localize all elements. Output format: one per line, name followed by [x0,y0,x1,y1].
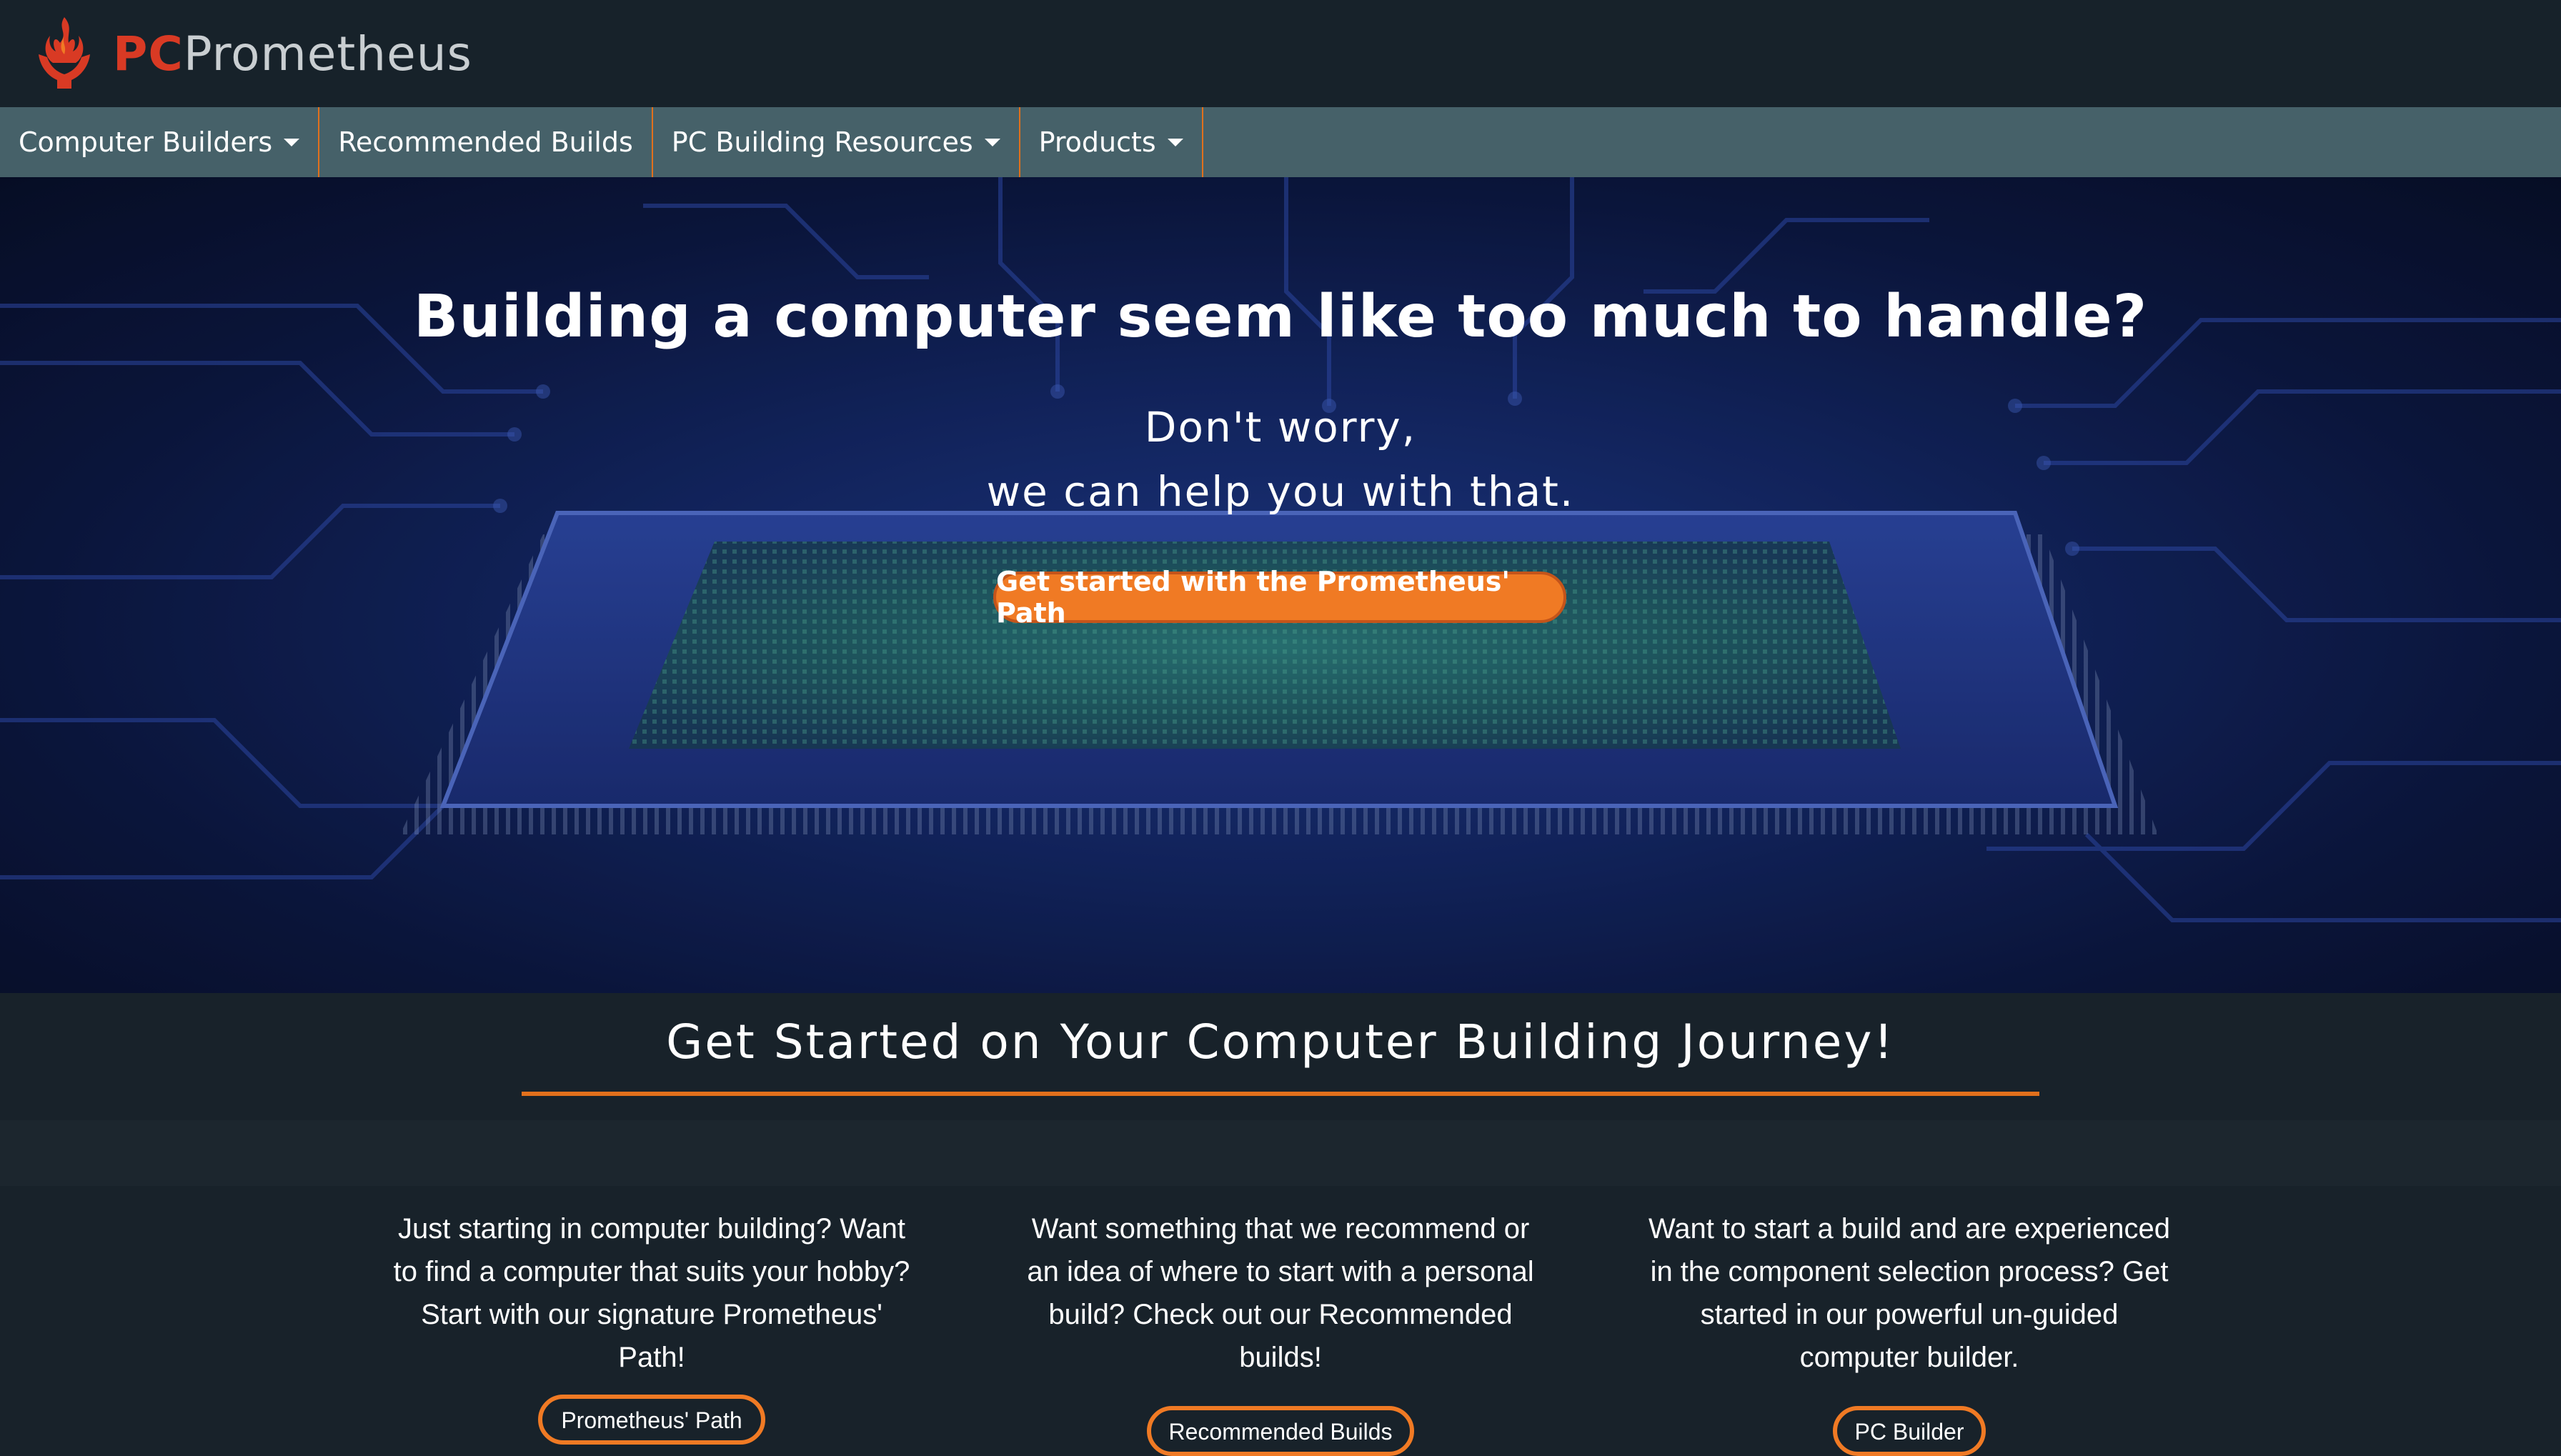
card-description: Just starting in computer building? Want… [393,1213,910,1373]
journey-section-header: Get Started on Your Computer Building Jo… [0,993,2561,1120]
card-recommended-builds: Want something that we recommend or an i… [1002,1207,1559,1456]
caret-down-icon [284,138,300,146]
caret-down-icon [1167,138,1183,146]
card-description: Want to start a build and are experience… [1648,1213,2171,1373]
hero-title: Building a computer seem like too much t… [413,283,2148,351]
section-title: Get Started on Your Computer Building Jo… [666,1014,1895,1069]
hero-banner: Building a computer seem like too much t… [0,177,2561,993]
card-description: Want something that we recommend or an i… [1027,1213,1534,1373]
nav-item-label: Products [1038,126,1156,158]
nav-item-label: Computer Builders [19,126,273,158]
recommended-builds-button[interactable]: Recommended Builds [1147,1406,1414,1456]
nav-item-products[interactable]: Products [1020,107,1203,177]
nav-item-label: Recommended Builds [338,126,633,158]
site-logo-text: PCPrometheus [113,26,472,81]
hero-subtitle-line-1: Don't worry, [1144,403,1417,452]
logo-prefix: PC [113,26,184,81]
pc-builder-button[interactable]: PC Builder [1833,1406,1986,1456]
logo-name: Prometheus [183,26,472,81]
hero-subtitle-line-2: we can help you with that. [986,467,1575,516]
prometheus-path-button[interactable]: Prometheus' Path [538,1395,765,1445]
flame-hands-icon [39,17,90,89]
site-logo[interactable]: PCPrometheus [36,14,472,93]
get-started-button[interactable]: Get started with the Prometheus' Path [993,566,1566,629]
nav-item-computer-builders[interactable]: Computer Builders [0,107,320,177]
nav-item-label: PC Building Resources [671,126,973,158]
nav-item-pc-building-resources[interactable]: PC Building Resources [653,107,1020,177]
main-nav: Computer Builders Recommended Builds PC … [0,107,2561,177]
nav-item-recommended-builds[interactable]: Recommended Builds [319,107,653,177]
section-band [0,1120,2561,1186]
card-pc-builder: Want to start a build and are experience… [1631,1207,2188,1456]
card-prometheus-path: Just starting in computer building? Want… [373,1207,930,1445]
site-header: PCPrometheus [0,0,2561,107]
caret-down-icon [984,138,1000,146]
section-divider [522,1092,2039,1096]
